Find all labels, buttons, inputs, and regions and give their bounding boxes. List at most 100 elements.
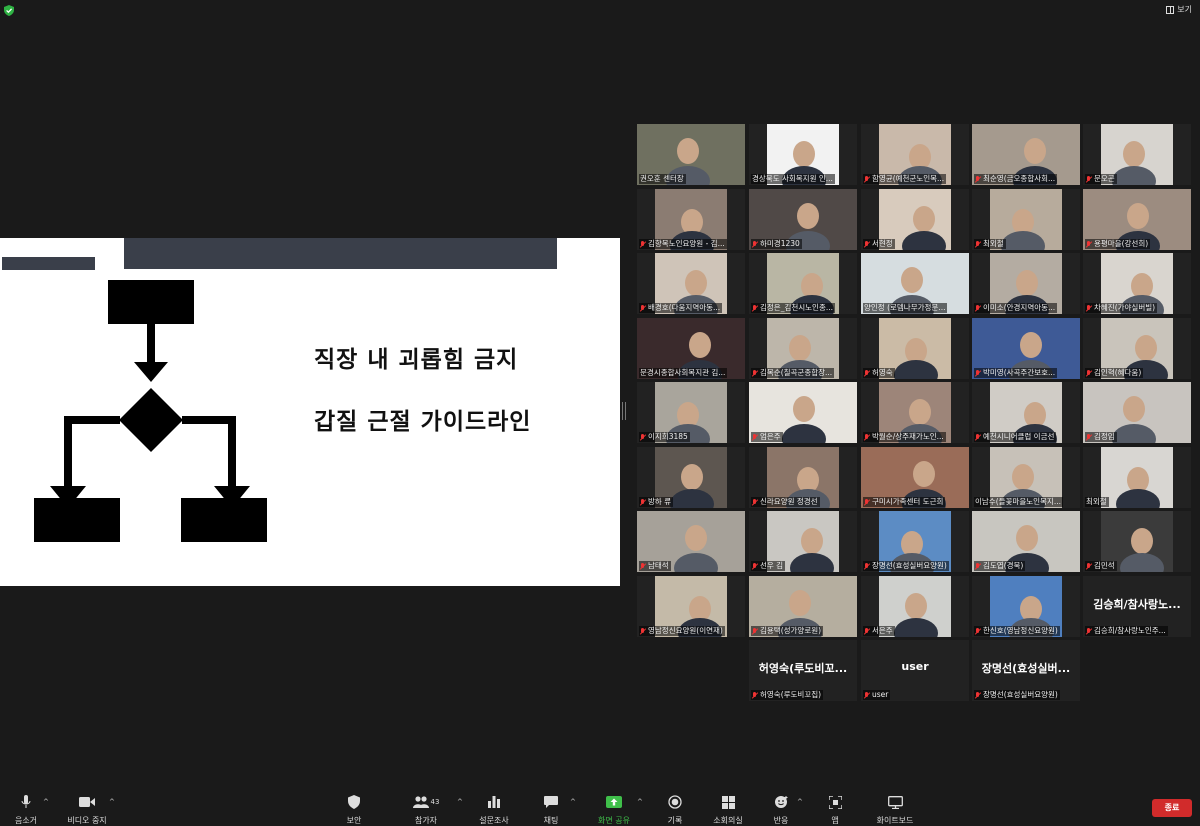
participant-tile[interactable]: 김인혁(혜다움) <box>1083 318 1191 379</box>
panel-resize-handle[interactable] <box>622 402 626 420</box>
shield-check-icon[interactable] <box>4 5 14 16</box>
muted-mic-icon <box>752 627 758 635</box>
participant-tile[interactable]: 김정은_김천시노인종... <box>749 253 857 314</box>
participant-display-name: 장명선(효성실버... <box>981 662 1071 675</box>
participant-tile[interactable]: 최순영(금오종합사회... <box>972 124 1080 185</box>
chat-label: 채팅 <box>543 816 559 825</box>
mute-button[interactable]: 음소거 <box>10 794 42 826</box>
muted-mic-icon <box>864 369 870 377</box>
participant-tile[interactable]: 이지희3185 <box>637 382 745 443</box>
reactions-button[interactable]: 반응 <box>766 794 796 826</box>
stop-video-button[interactable]: 비디오 중지 <box>64 794 110 826</box>
participant-tile[interactable]: 서은주 <box>861 576 969 637</box>
participant-tile[interactable]: 허영숙(루도비꼬... 허영숙(루도비꼬집) <box>749 640 857 701</box>
security-button[interactable]: 보안 <box>338 794 370 826</box>
participant-name: 구미시가족센터 도근희 <box>872 497 944 506</box>
participant-face <box>901 267 923 293</box>
participant-tile[interactable]: 김도엽(경북) <box>972 511 1080 572</box>
participant-tile[interactable]: 엄은주 <box>749 382 857 443</box>
participant-name-tag: 영남정신요양원(이연재) <box>639 626 725 636</box>
participant-name: 문경시종합사회복지관 김... <box>640 368 726 377</box>
participant-face <box>685 525 707 551</box>
participant-tile[interactable]: 박월순/상주재가노인... <box>861 382 969 443</box>
participant-tile[interactable]: user user <box>861 640 969 701</box>
participant-tile[interactable]: 신라요양원 정경선 <box>749 447 857 508</box>
slide-header-bar-small <box>2 257 95 270</box>
muted-mic-icon <box>752 304 758 312</box>
participants-button[interactable]: 43 참가자 <box>406 794 446 826</box>
view-button[interactable]: 보기 <box>1166 4 1192 15</box>
polls-button[interactable]: 설문조사 <box>476 794 512 826</box>
participant-tile[interactable]: 예천시니어클럽 이금선 <box>972 382 1080 443</box>
participant-tile[interactable]: 문오곤 <box>1083 124 1191 185</box>
muted-mic-icon <box>864 175 870 183</box>
apps-label: 앱 <box>831 816 839 825</box>
participant-tile[interactable]: 하미경1230 <box>749 189 857 250</box>
participant-tile[interactable]: 영남정신요양원(이연재) <box>637 576 745 637</box>
mute-options-chevron-icon[interactable]: ^ <box>43 798 49 806</box>
video-options-chevron-icon[interactable]: ^ <box>109 798 115 806</box>
participant-name: 용평마을(강선희) <box>1094 239 1149 248</box>
participant-tile[interactable]: 방하 류 <box>637 447 745 508</box>
participant-name: 장명선(효성실버요양원) <box>983 690 1058 699</box>
muted-mic-icon <box>975 627 981 635</box>
participant-name: 선우 김 <box>760 561 784 570</box>
end-meeting-button[interactable]: 종료 <box>1152 799 1192 817</box>
participant-tile[interactable]: 김승희/참사랑노... 김승희/참사랑노인주... <box>1083 576 1191 637</box>
participant-tile[interactable]: 이미소(안경지역아동... <box>972 253 1080 314</box>
breakout-rooms-button[interactable]: 소회의실 <box>708 794 748 826</box>
participant-name: 장명선(효성실버요양원) <box>872 561 947 570</box>
participant-face <box>1016 270 1038 296</box>
participant-tile[interactable]: 문경시종합사회복지관 김... <box>637 318 745 379</box>
participant-tile[interactable]: 김용택(성가양로원) <box>749 576 857 637</box>
participant-tile[interactable]: 김향복노인요양원 - 김... <box>637 189 745 250</box>
participant-tile[interactable]: 권오훈 센터장 <box>637 124 745 185</box>
participant-tile[interactable]: 남태석 <box>637 511 745 572</box>
participant-tile[interactable]: 박미영(사곡주간보호... <box>972 318 1080 379</box>
participant-tile[interactable]: 양인정 (로뎀나무가정문... <box>861 253 969 314</box>
participant-name: 함영균(예천군노인복... <box>872 174 945 183</box>
participant-tile[interactable]: 경상북도 사회복지원 인... <box>749 124 857 185</box>
participant-tile[interactable]: 서현정 <box>861 189 969 250</box>
participant-name-tag: 엄은주 <box>751 432 783 442</box>
participant-tile[interactable]: 장명선(효성실버요양원) <box>861 511 969 572</box>
participant-name-tag: 김정임 <box>1085 432 1117 442</box>
muted-mic-icon <box>975 369 981 377</box>
participant-tile[interactable]: 선우 김 <box>749 511 857 572</box>
participant-name-tag: 경상북도 사회복지원 인... <box>751 174 835 184</box>
participant-tile[interactable]: 용평마을(강선희) <box>1083 189 1191 250</box>
reactions-options-chevron-icon[interactable]: ^ <box>797 798 803 806</box>
participant-tile[interactable]: 김민석 <box>1083 511 1191 572</box>
whiteboard-button[interactable]: 화이트보드 <box>870 794 920 826</box>
slide-title-line-2: 갑질 근절 가이드라인 <box>314 409 532 435</box>
participant-name-tag: 차혜진(가야실버빌) <box>1085 303 1158 313</box>
participant-name-tag: 방하 류 <box>639 497 674 507</box>
participant-tile[interactable]: 장명선(효성실버... 장명선(효성실버요양원) <box>972 640 1080 701</box>
participant-tile[interactable]: 차혜진(가야실버빌) <box>1083 253 1191 314</box>
participant-tile[interactable]: 김정임 <box>1083 382 1191 443</box>
muted-mic-icon <box>640 627 646 635</box>
participant-tile[interactable]: 김복순(칠곡군종합장... <box>749 318 857 379</box>
participant-tile[interactable]: 함영균(예천군노인복... <box>861 124 969 185</box>
participant-face <box>913 206 935 232</box>
share-options-chevron-icon[interactable]: ^ <box>637 798 643 806</box>
participant-name-tag: 이남수(들꽃마을노인복지... <box>974 497 1063 507</box>
participant-tile[interactable]: 최외철 <box>1083 447 1191 508</box>
muted-mic-icon <box>864 498 870 506</box>
participant-tile[interactable]: 이남수(들꽃마을노인복지... <box>972 447 1080 508</box>
muted-mic-icon <box>1086 433 1092 441</box>
participant-tile[interactable]: 허영숙 <box>861 318 969 379</box>
participant-tile[interactable]: 한신호(영남정신요양원) <box>972 576 1080 637</box>
apps-button[interactable]: 앱 <box>822 794 848 826</box>
participant-tile[interactable]: 배경호(다움지역아동... <box>637 253 745 314</box>
record-icon <box>668 795 682 809</box>
participant-tile[interactable]: 최외철 <box>972 189 1080 250</box>
chat-options-chevron-icon[interactable]: ^ <box>570 798 576 806</box>
participant-tile[interactable]: 구미시가족센터 도근희 <box>861 447 969 508</box>
share-screen-button[interactable]: 화면 공유 <box>594 794 634 826</box>
chat-button[interactable]: 채팅 <box>536 794 566 826</box>
participants-options-chevron-icon[interactable]: ^ <box>457 798 463 806</box>
record-button[interactable]: 기록 <box>660 794 690 826</box>
participant-name: 한신호(영남정신요양원) <box>983 626 1058 635</box>
participant-name-tag: 허영숙 <box>863 368 895 378</box>
